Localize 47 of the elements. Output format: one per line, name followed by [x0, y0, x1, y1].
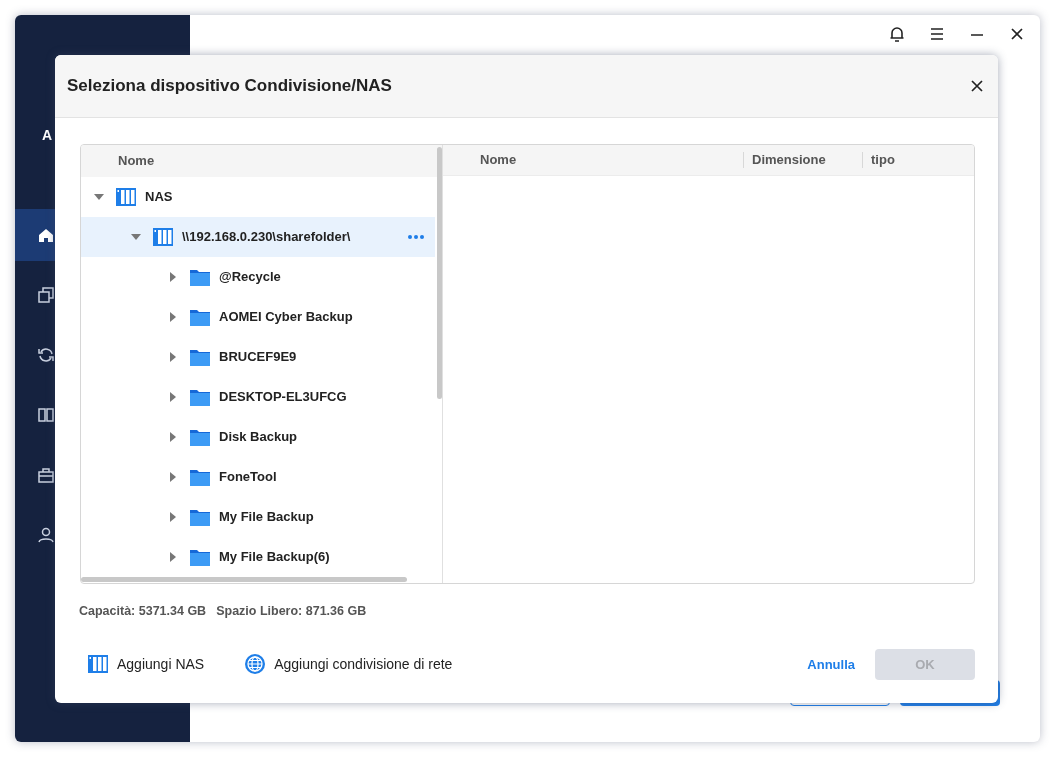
sync-icon	[37, 346, 55, 364]
tree-item[interactable]: NAS	[81, 177, 435, 217]
tree-label: AOMEI Cyber Backup	[219, 308, 353, 327]
nas-icon	[152, 226, 174, 248]
tree-item[interactable]: My File Backup	[81, 497, 435, 537]
tree-label: DESKTOP-EL3UFCG	[219, 388, 347, 407]
close-icon[interactable]	[970, 79, 984, 93]
nas-icon	[115, 186, 137, 208]
tree-label: My File Backup(6)	[219, 548, 330, 567]
tree-label: My File Backup	[219, 508, 314, 527]
menu-icon[interactable]	[928, 25, 946, 43]
columns-icon	[37, 406, 55, 424]
column-header[interactable]: Dimensione	[743, 152, 862, 168]
dialog-title: Seleziona dispositivo Condivisione/NAS	[67, 75, 392, 98]
status-text: Capacità: 5371.34 GB	[79, 603, 207, 620]
column-header[interactable]: Nome	[81, 145, 442, 177]
tree-item[interactable]: @Recycle	[81, 257, 435, 297]
tree-label: BRUCEF9E9	[219, 348, 297, 367]
add-button[interactable]: Aggiungi condivisione di rete	[244, 653, 453, 676]
tree-item[interactable]: FoneTool	[81, 457, 435, 497]
globe-icon	[244, 653, 267, 676]
column-header[interactable]: tipo	[862, 152, 895, 168]
cancel-button[interactable]: Annulla	[807, 654, 855, 674]
tree-item[interactable]: \\192.168.0.230\sharefolder\	[81, 217, 435, 257]
home-icon	[37, 226, 55, 244]
tree-item[interactable]: DESKTOP-EL3UFCG	[81, 377, 435, 417]
scrollbar[interactable]	[81, 577, 407, 582]
toolbox-icon	[37, 466, 55, 484]
tree-label: FoneTool	[219, 468, 277, 487]
copy-icon	[37, 286, 55, 304]
notification-bell-icon[interactable]	[888, 25, 906, 43]
tree-label: NAS	[145, 188, 173, 207]
tree-label: @Recycle	[219, 268, 281, 287]
nas-icon	[87, 653, 109, 676]
brand-text: A	[42, 126, 53, 145]
user-icon	[37, 526, 55, 544]
tree-item[interactable]: Disk Backup	[81, 417, 435, 457]
tree-item[interactable]: AOMEI Cyber Backup	[81, 297, 435, 337]
tree-item[interactable]: BRUCEF9E9	[81, 337, 435, 377]
tree-label: Disk Backup	[219, 428, 298, 447]
more-icon[interactable]	[407, 234, 425, 240]
status-text: Spazio Libero: 871.36 GB	[216, 603, 367, 620]
tree-item[interactable]: My File Backup(6)	[81, 537, 435, 577]
scrollbar[interactable]	[437, 147, 442, 399]
column-header[interactable]: Nome	[443, 150, 743, 170]
tree-label: \\192.168.0.230\sharefolder\	[182, 228, 351, 247]
add-button[interactable]: Aggiungi NAS	[87, 653, 205, 676]
